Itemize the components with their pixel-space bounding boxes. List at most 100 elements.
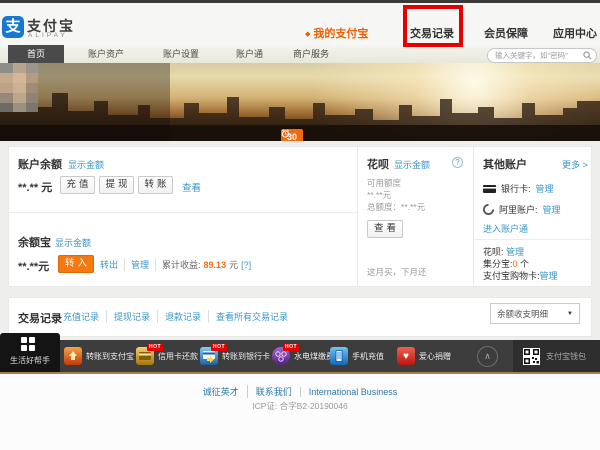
gift-card-manage-link[interactable]: 管理 (540, 271, 558, 281)
avatar[interactable] (0, 63, 38, 112)
chevron-up-icon: ∧ (484, 351, 491, 361)
chevron-down-icon: ▼ (567, 310, 573, 317)
tab-zhanghutong[interactable]: 账户通 (236, 45, 263, 63)
enter-zhanghutong-link[interactable]: 进入账户通 (483, 222, 528, 235)
balance-view-link[interactable]: 查看 (182, 180, 201, 194)
account-banner: 30 中午好, 转账看头像，安全有保障 修改头像 账户名： 132******1… (0, 63, 600, 141)
dock-item-transfer-to-alipay[interactable]: 转账到支付宝 (64, 340, 134, 372)
dock-item-credit-card-repay[interactable]: HOT 信用卡还款 (136, 340, 198, 372)
nav-app-center[interactable]: 应用中心 (553, 25, 597, 41)
nav-member-protection[interactable]: 会员保障 (484, 25, 528, 41)
huabei-title: 花呗 (367, 159, 389, 171)
icp-license-text: ICP证: 合字B2-20190046 (252, 401, 348, 411)
divider (9, 212, 357, 213)
earnings-unit: 元 (229, 260, 239, 270)
contact-us-link[interactable]: 联系我们 (246, 385, 300, 398)
yuebao-amount: **.**元 (18, 261, 50, 273)
alipay-homepage: 支 支付宝 ALIPAY ◆ 我的支付宝 交易记录 会员保障 应用中心 首页 账户… (0, 0, 600, 450)
ali-account-manage-link[interactable]: 管理 (543, 203, 561, 216)
life-helper-tab[interactable]: 生活好帮手 (0, 333, 60, 372)
bank-card-label: 银行卡: (501, 184, 531, 194)
alarm-clock-icon (281, 129, 290, 138)
tab-merchant-service[interactable]: 商户服务 (293, 45, 329, 63)
utilities-icon: HOT (272, 344, 300, 365)
help-icon[interactable]: ? (452, 157, 463, 168)
huabei-show-amount-link[interactable]: 显示金额 (394, 158, 430, 171)
footer-links: 诚征英才 联系我们 International Business (0, 385, 600, 398)
tab-account-assets[interactable]: 账户资产 (88, 45, 124, 63)
ali-account-row: 阿里账户: 管理 (483, 203, 561, 216)
earnings-value: 89.13 (203, 259, 227, 270)
withdraw-button[interactable]: 提现 (99, 176, 134, 194)
huabei-available-value: **.**元 (367, 190, 392, 200)
yuebao-title: 余额宝 (18, 237, 51, 249)
other-accounts-title: 其他账户 (483, 159, 527, 171)
transfer-to-bank-icon: HOT (200, 344, 228, 365)
balance-show-amount-link[interactable]: 显示金额 (68, 158, 104, 171)
qr-code-icon (523, 347, 540, 365)
transfer-button[interactable]: 转账 (138, 176, 173, 194)
huabei-view-button[interactable]: 查看 (367, 220, 403, 238)
brand-name-en: ALIPAY (28, 32, 68, 39)
ali-account-icon (483, 204, 494, 215)
yuebao-show-amount-link[interactable]: 显示金额 (55, 236, 91, 249)
huabei-available-label: 可用额度 (367, 178, 402, 188)
transfer-out-link[interactable]: 转出 (100, 258, 124, 271)
jifenbao-count: 0 (512, 259, 518, 269)
wallet-panel[interactable]: 支付宝钱包 (513, 340, 600, 372)
huabei-total: 总额度：**.**元 (367, 202, 426, 212)
bank-card-icon (483, 184, 496, 193)
gift-card-row: 支付宝购物卡:管理 (483, 271, 558, 281)
more-link[interactable]: 更多 > (562, 158, 588, 171)
record-type-dropdown[interactable]: 余额收支明细 ▼ (490, 303, 580, 324)
dock-item-transfer-to-bank[interactable]: HOT 转账到银行卡 (200, 340, 270, 372)
dock-item-charity[interactable]: ♥ 爱心捐赠 (397, 340, 451, 372)
search-input[interactable] (495, 51, 583, 60)
footer: 诚征英才 联系我们 International Business ICP证: 合… (0, 374, 600, 450)
transfer-in-button[interactable]: 转入 (58, 255, 94, 273)
international-business-link[interactable]: International Business (299, 386, 406, 397)
notice-badge[interactable]: 30 (281, 129, 304, 141)
mobile-recharge-icon (330, 347, 348, 365)
transfer-to-alipay-icon (64, 347, 82, 365)
balance-title: 账户余额 (18, 159, 62, 171)
charity-heart-icon: ♥ (397, 347, 415, 365)
hot-badge: HOT (211, 344, 228, 351)
huabei-manage-link[interactable]: 管理 (506, 247, 524, 257)
bank-card-manage-link[interactable]: 管理 (536, 182, 554, 195)
wallet-label: 支付宝钱包 (546, 351, 586, 361)
hot-badge: HOT (283, 344, 300, 351)
tab-account-settings[interactable]: 账户设置 (163, 45, 199, 63)
withdraw-records-link[interactable]: 提现记录 (106, 310, 157, 323)
dropdown-value: 余额收支明细 (497, 308, 549, 319)
alipay-logo-icon[interactable]: 支 (2, 16, 24, 38)
search-icon[interactable] (583, 51, 592, 60)
yuebao-manage-link[interactable]: 管理 (124, 258, 155, 271)
credit-card-repay-icon: HOT (136, 344, 164, 365)
dock-item-mobile-recharge[interactable]: 手机充值 (330, 340, 384, 372)
dock-item-utilities[interactable]: HOT 水电煤缴费 (272, 340, 334, 372)
huabei-slogan: 这月买，下月还 (367, 267, 427, 277)
hot-badge: HOT (147, 344, 164, 351)
divider (357, 146, 358, 287)
earnings-help-link[interactable]: [?] (238, 260, 251, 270)
recharge-button[interactable]: 充值 (60, 176, 95, 194)
careers-link[interactable]: 诚征英才 (195, 385, 247, 398)
highlight-box (403, 5, 463, 47)
life-helper-label: 生活好帮手 (10, 356, 50, 365)
collapse-dock-button[interactable]: ∧ (477, 346, 498, 367)
ali-account-label: 阿里账户: (499, 205, 538, 215)
recharge-records-link[interactable]: 充值记录 (56, 310, 106, 323)
search-box[interactable] (487, 48, 597, 63)
nav-my-alipay[interactable]: ◆ 我的支付宝 (305, 25, 368, 41)
balance-amount: **.** 元 (18, 182, 53, 194)
divider (473, 146, 474, 287)
header: 支 支付宝 ALIPAY ◆ 我的支付宝 交易记录 会员保障 应用中心 (0, 3, 600, 45)
grid-icon (21, 337, 36, 352)
all-records-link[interactable]: 查看所有交易记录 (208, 310, 295, 323)
refund-records-link[interactable]: 退款记录 (157, 310, 208, 323)
divider (474, 239, 591, 240)
diamond-bullet-icon: ◆ (305, 31, 311, 38)
tab-home[interactable]: 首页 (8, 45, 64, 63)
records-links: 充值记录 提现记录 退款记录 查看所有交易记录 (56, 310, 295, 323)
